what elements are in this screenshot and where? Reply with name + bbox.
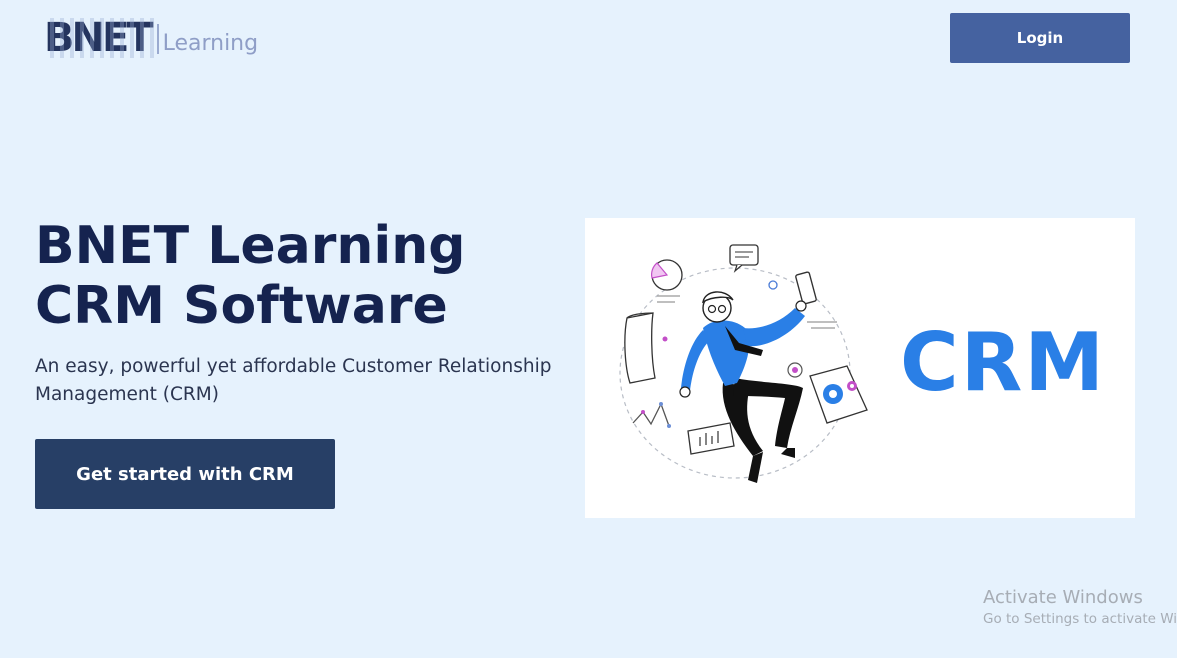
crm-person-illustration bbox=[619, 244, 868, 483]
hero-subtitle: An easy, powerful yet affordable Custome… bbox=[35, 356, 552, 405]
watermark-line2: Go to Settings to activate Windows. bbox=[983, 611, 1177, 627]
target-icon bbox=[787, 362, 803, 378]
crm-image-text: CRM bbox=[900, 316, 1106, 409]
line-chart-icon bbox=[632, 402, 671, 428]
gear-icon bbox=[809, 365, 868, 424]
login-button[interactable]: Login bbox=[950, 13, 1130, 63]
logo-mark: BNET bbox=[44, 15, 158, 61]
logo-word: Learning bbox=[162, 31, 259, 56]
hero-illustration: CRM bbox=[585, 218, 1135, 518]
pie-chart-icon bbox=[651, 259, 683, 303]
chat-bubble-icon bbox=[729, 244, 759, 273]
watermark-line1: Activate Windows bbox=[983, 587, 1143, 608]
windows-activation-watermark: Activate Windows Go to Settings to activ… bbox=[983, 587, 1177, 629]
hero-title: BNET Learning CRM Software bbox=[35, 216, 466, 336]
site-logo[interactable]: BNET Learning bbox=[44, 16, 258, 60]
person-figure bbox=[679, 291, 807, 483]
get-started-button[interactable]: Get started with CRM bbox=[35, 439, 335, 509]
bar-chart-icon bbox=[687, 422, 735, 455]
logo-separator bbox=[156, 24, 159, 54]
smartphone-icon bbox=[795, 271, 817, 305]
